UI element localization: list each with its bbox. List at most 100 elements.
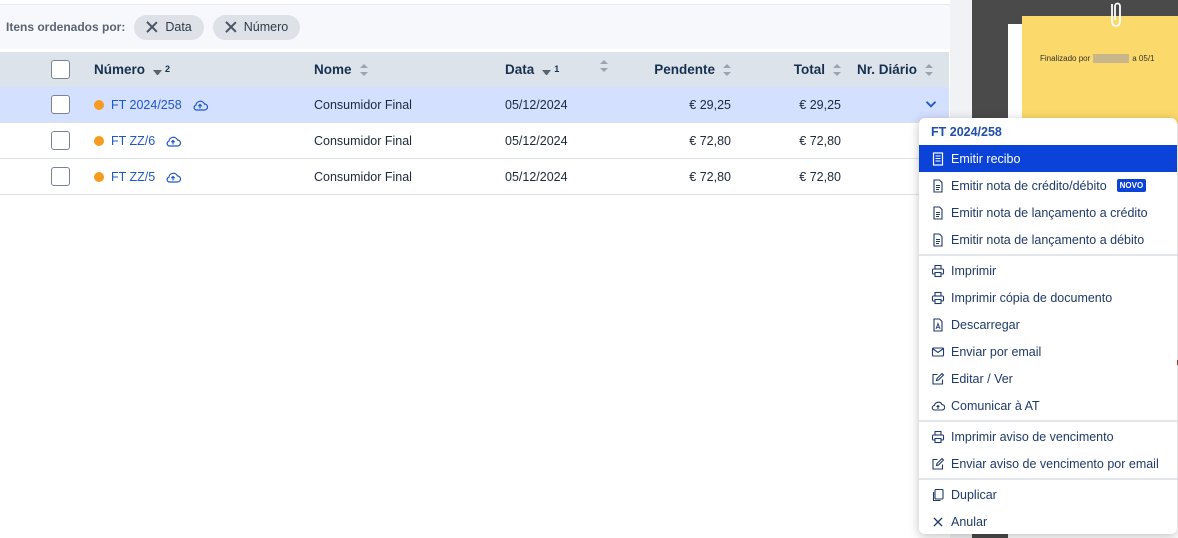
menu-item-emitir-nota-de-lancamento-a-debito[interactable]: Emitir nota de lançamento a débito (919, 226, 1177, 253)
document-icon (931, 178, 945, 193)
status-dot-icon (94, 135, 104, 146)
menu-item-duplicar[interactable]: Duplicar (919, 481, 1177, 508)
menu-item-label: Enviar aviso de vencimento por email (951, 456, 1159, 471)
column-header-data[interactable]: Data 1 (505, 52, 559, 87)
sort-chip-label: Data (165, 20, 192, 34)
menu-item-descarregar[interactable]: Descarregar (919, 311, 1177, 338)
total-amount: € 29,25 (799, 97, 841, 112)
menu-item-label: Comunicar à AT (951, 398, 1040, 413)
row-checkbox[interactable] (51, 159, 71, 194)
sort-icon (925, 63, 934, 76)
document-date: 05/12/2024 (505, 97, 568, 112)
customer-name: Consumidor Final (314, 169, 412, 184)
close-icon[interactable] (225, 21, 237, 33)
edit-icon (931, 372, 945, 386)
document-date: 05/12/2024 (505, 169, 568, 184)
table-row[interactable]: FT ZZ/5 Consumidor Final 05/12/2024 € 72… (0, 159, 949, 195)
note-suffix: a 05/1 (1132, 54, 1155, 63)
mail-icon (931, 345, 945, 359)
menu-item-enviar-aviso-de-vencimento-por-email[interactable]: Enviar aviso de vencimento por email (919, 450, 1177, 477)
document-icon (931, 205, 945, 220)
status-dot-icon (94, 171, 104, 182)
sort-icon[interactable] (600, 52, 608, 87)
total-amount: € 72,80 (799, 169, 841, 184)
pending-amount: € 72,80 (689, 133, 731, 148)
customer-name: Consumidor Final (314, 97, 412, 112)
customer-name: Consumidor Final (314, 133, 412, 148)
column-label: Nr. Diário (857, 62, 918, 77)
sort-label: Itens ordenados por: (6, 20, 126, 34)
menu-item-anular[interactable]: Anular (919, 508, 1177, 534)
menu-item-emitir-nota-de-lancamento-a-credito[interactable]: Emitir nota de lançamento a crédito (919, 199, 1177, 226)
menu-item-label: Enviar por email (951, 344, 1042, 359)
document-number[interactable]: FT ZZ/6 (94, 123, 182, 158)
sort-desc-icon (542, 69, 552, 76)
printer-icon (931, 264, 945, 278)
menu-item-imprimir-aviso-de-vencimento[interactable]: Imprimir aviso de vencimento (919, 423, 1177, 450)
menu-item-label: Emitir nota de crédito/débito (951, 178, 1107, 193)
menu-item-emitir-nota-de-credito-debito[interactable]: Emitir nota de crédito/débito NOVO (919, 172, 1177, 199)
menu-item-emitir-recibo[interactable]: Emitir recibo (919, 145, 1177, 172)
sort-chip-data[interactable]: Data (134, 14, 204, 40)
column-header-pendente[interactable]: Pendente (654, 52, 731, 87)
document-link[interactable]: FT ZZ/6 (111, 134, 155, 148)
select-all-checkbox[interactable] (51, 52, 71, 87)
sort-icon (723, 63, 731, 76)
table-row[interactable]: FT 2024/258 Consumidor Final 05/12/2024 … (0, 87, 949, 123)
total-amount: € 72,80 (799, 133, 841, 148)
edit-icon (931, 457, 945, 471)
menu-item-imprimir[interactable]: Imprimir (919, 257, 1177, 284)
menu-item-editar-ver[interactable]: Editar / Ver (919, 365, 1177, 392)
row-actions-menu: FT 2024/258 Emitir recibo Emitir nota de … (919, 118, 1177, 534)
menu-title: FT 2024/258 (931, 124, 1002, 139)
sort-index: 1 (554, 63, 560, 74)
column-header-total[interactable]: Total (794, 52, 841, 87)
status-dot-icon (94, 99, 104, 110)
sticky-note: Finalizado por a 05/1 (1022, 16, 1178, 124)
close-icon (931, 515, 945, 529)
new-badge: NOVO (1116, 179, 1147, 192)
document-date: 05/12/2024 (505, 133, 568, 148)
menu-item-label: Imprimir cópia de documento (951, 290, 1113, 305)
menu-item-label: Editar / Ver (951, 371, 1013, 386)
menu-separator (919, 420, 1177, 422)
menu-item-comunicar-a-at[interactable]: Comunicar à AT (919, 392, 1177, 419)
column-label: Nome (314, 62, 352, 77)
menu-separator (919, 254, 1177, 256)
menu-item-label: Emitir nota de lançamento a crédito (951, 205, 1148, 220)
column-label: Pendente (654, 62, 715, 77)
document-number[interactable]: FT ZZ/5 (94, 159, 182, 194)
cloud-upload-icon (166, 172, 182, 183)
documents-table: Número 2 Nome Data 1 Pendente Total Nr. … (0, 52, 949, 195)
menu-item-label: Descarregar (951, 317, 1020, 332)
table-row[interactable]: FT ZZ/6 Consumidor Final 05/12/2024 € 72… (0, 123, 949, 159)
cloud-upload-icon (166, 136, 182, 147)
pdf-icon (931, 317, 945, 332)
printer-icon (931, 430, 945, 444)
document-link[interactable]: FT 2024/258 (111, 98, 182, 112)
sort-desc-icon (153, 69, 163, 76)
row-checkbox[interactable] (51, 123, 71, 158)
menu-item-enviar-por-email[interactable]: Enviar por email (919, 338, 1177, 365)
paperclip-icon (1111, 2, 1121, 27)
receipt-icon (931, 151, 945, 166)
note-prefix: Finalizado por (1040, 54, 1091, 63)
document-number[interactable]: FT 2024/258 (94, 87, 208, 122)
close-icon[interactable] (146, 21, 158, 33)
menu-item-label: Emitir recibo (951, 151, 1021, 166)
column-header-nome[interactable]: Nome (314, 52, 368, 87)
redacted-block (1093, 54, 1130, 64)
column-label: Número (94, 62, 146, 77)
sort-filter-bar: Itens ordenados por: Data Número (0, 4, 950, 49)
menu-item-label: Duplicar (951, 487, 997, 502)
row-checkbox[interactable] (51, 87, 71, 122)
column-header-numero[interactable]: Número 2 (94, 52, 170, 87)
sort-chip-numero[interactable]: Número (212, 14, 301, 40)
document-link[interactable]: FT ZZ/5 (111, 170, 155, 184)
menu-item-imprimir-copia-de-documento[interactable]: Imprimir cópia de documento (919, 284, 1177, 311)
chevron-down-icon[interactable] (924, 97, 938, 111)
menu-item-label: Imprimir aviso de vencimento (951, 429, 1114, 444)
column-header-diario[interactable]: Nr. Diário (857, 52, 934, 87)
menu-item-label: Imprimir (951, 263, 997, 278)
sticky-note-text: Finalizado por a 05/1 (1040, 54, 1155, 64)
